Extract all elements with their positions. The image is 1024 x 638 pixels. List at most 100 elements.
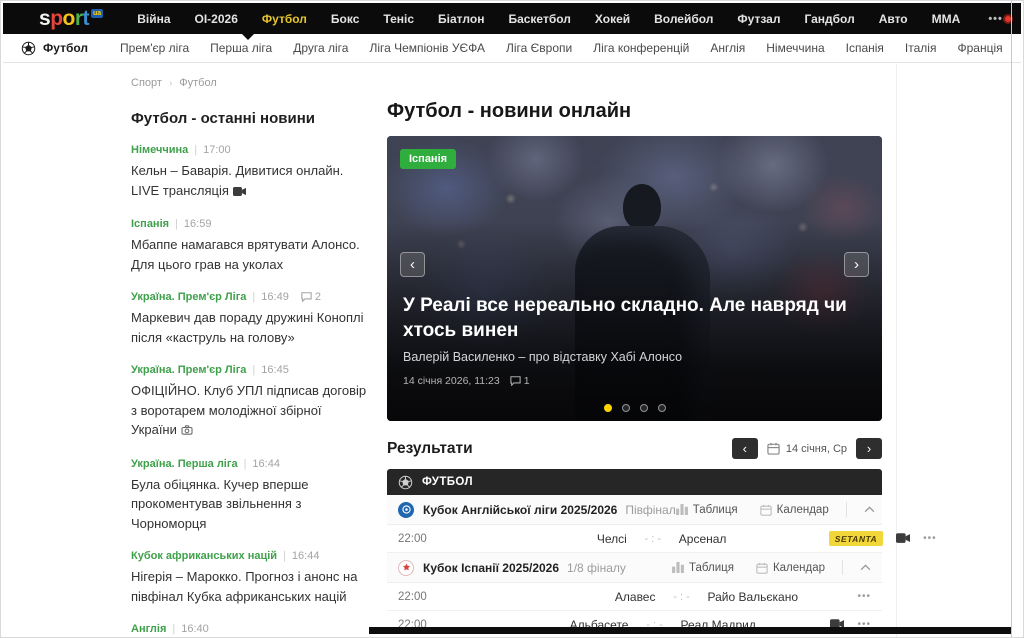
news-time: 16:44 [292,550,320,562]
subnav-football-home[interactable]: Футбол [21,41,88,56]
news-headline: Нігерія – Марокко. Прогноз і анонс на пі… [131,567,371,606]
competition-stage: Півфінал [625,503,675,517]
competition-name[interactable]: Кубок Англійської ліги 2025/2026 [423,503,617,517]
list-item[interactable]: Україна. Прем'єр Ліга|16:45 ОФІЦІЙНО. Кл… [131,364,371,441]
list-item[interactable]: Німеччина|17:00 Кельн – Баварія. Дивитис… [131,144,371,201]
subnav-france[interactable]: Франція [957,41,1002,55]
top-navbar: sport ua Війна ОІ-2026 Футбол Бокс Теніс… [3,3,1021,34]
list-item[interactable]: Англія|16:40 Капітан Манчестер Сіті гото… [131,623,371,637]
away-team[interactable]: Арсенал [679,532,829,546]
hero-headline[interactable]: У Реалі все нереально складно. Але навря… [403,293,866,343]
nav-item-basketball[interactable]: Баскетбол [508,12,570,26]
subnav-england[interactable]: Англія [710,41,745,55]
calendar-link[interactable]: Календар [756,562,825,574]
logo-letter: t [83,8,90,29]
date-selector[interactable]: 14 січня, Ср [767,442,847,455]
match-score: - : - [627,533,679,545]
calendar-icon [760,504,772,516]
news-tag[interactable]: Україна. Прем'єр Ліга [131,291,246,303]
news-tag[interactable]: Англія [131,623,166,635]
hero-caption: У Реалі все нереально складно. Але навря… [403,293,866,387]
list-item[interactable]: Кубок африканських націй|16:44 Нігерія –… [131,550,371,606]
nav-item-hockey[interactable]: Хокей [595,12,630,26]
subnav-druha-liga[interactable]: Друга ліга [293,41,348,55]
calendar-icon [756,562,768,574]
comment-icon [510,376,521,386]
carousel-prev-button[interactable]: ‹ [400,252,425,277]
more-options-icon[interactable]: ••• [923,533,937,544]
carousel-dot[interactable] [658,404,666,412]
divider [842,560,843,575]
nav-more-icon[interactable]: ••• [988,13,1003,25]
nav-item-futsal[interactable]: Футзал [737,12,780,26]
results-title: Результати [387,440,473,458]
video-camera-icon[interactable] [896,532,910,546]
chevron-up-icon[interactable] [860,564,871,571]
chevron-up-icon[interactable] [864,506,875,513]
subnav-uecl[interactable]: Ліга конференцій [593,41,689,55]
match-time: 22:00 [398,533,427,545]
news-time: 16:45 [261,364,289,376]
nav-item-football[interactable]: Футбол [262,12,307,26]
list-item[interactable]: Україна. Перша ліга|16:44 Була обіцянка.… [131,458,371,534]
table-row[interactable]: 22:00 Челсі - : - Арсенал SETANTA ••• [387,525,882,553]
hero-category-badge[interactable]: Іспанія [400,149,456,169]
news-tag[interactable]: Німеччина [131,144,188,156]
list-item[interactable]: Іспанія|16:59 Мбаппе намагався врятувати… [131,218,371,274]
calendar-link[interactable]: Календар [760,504,829,516]
subnav-italy[interactable]: Італія [905,41,937,55]
nav-item-tennis[interactable]: Теніс [383,12,414,26]
active-tab-caret [242,34,254,40]
top-nav-items: Війна ОІ-2026 Футбол Бокс Теніс Біатлон … [137,12,1003,26]
efl-cup-icon [398,502,414,518]
subnav-persha-liga[interactable]: Перша ліга [210,41,272,55]
news-tag[interactable]: Іспанія [131,218,169,230]
table-link[interactable]: Таблиця [676,504,738,516]
subnav-ucl[interactable]: Ліга Чемпіонів УЄФА [369,41,485,55]
breadcrumb-sport[interactable]: Спорт [131,77,162,89]
nav-item-boxing[interactable]: Бокс [331,12,359,26]
competition-stage: 1/8 фіналу [567,561,626,575]
subnav-uel[interactable]: Ліга Європи [506,41,572,55]
scrollbar[interactable] [1011,1,1012,637]
nav-item-biathlon[interactable]: Біатлон [438,12,484,26]
divider [846,502,847,517]
carousel-dot[interactable] [604,404,612,412]
carousel-next-button[interactable]: › [844,252,869,277]
list-item[interactable]: Україна. Прем'єр Ліга|16:49 2 Маркевич д… [131,291,371,347]
news-headline: Мбаппе намагався врятувати Алонсо. Для ц… [131,235,371,274]
table-link[interactable]: Таблиця [672,562,734,574]
site-logo[interactable]: sport ua [39,8,103,29]
competition-name[interactable]: Кубок Іспанії 2025/2026 [423,561,559,575]
carousel-dot[interactable] [640,404,648,412]
table-row[interactable]: 22:00 Алавес - : - Райо Вальєкано ••• [387,583,882,611]
nav-item-volleyball[interactable]: Волейбол [654,12,713,26]
subnav-spain[interactable]: Іспанія [846,41,884,55]
home-team[interactable]: Алавес [525,590,655,604]
news-tag[interactable]: Кубок африканських націй [131,550,277,562]
news-time: 16:49 [261,291,289,303]
breadcrumb-football[interactable]: Футбол [179,77,217,89]
nav-item-war[interactable]: Війна [137,12,170,26]
nav-item-handball[interactable]: Гандбол [804,12,854,26]
subnav-germany[interactable]: Німеччина [766,41,824,55]
latest-news-sidebar: Спорт › Футбол Футбол - останні новини Н… [131,64,371,637]
prev-day-button[interactable]: ‹ [732,438,758,459]
hero-carousel[interactable]: Іспанія ‹ › У Реалі все нереально складн… [387,136,882,421]
nav-item-oi2026[interactable]: ОІ-2026 [195,12,238,26]
sport-section-bar[interactable]: ФУТБОЛ [387,469,882,495]
news-tag[interactable]: Україна. Перша ліга [131,458,238,470]
away-team[interactable]: Райо Вальєкано [707,590,857,604]
subnav-premier-liga[interactable]: Прем'єр ліга [120,41,189,55]
nav-item-auto[interactable]: Авто [879,12,908,26]
nav-item-mma[interactable]: MMA [932,12,961,26]
news-tag[interactable]: Україна. Прем'єр Ліга [131,364,246,376]
calendar-icon [767,442,780,455]
more-options-icon[interactable]: ••• [857,591,871,602]
home-team[interactable]: Челсі [497,532,627,546]
news-time: 17:00 [203,144,231,156]
next-day-button[interactable]: › [856,438,882,459]
news-headline: ОФІЦІЙНО. Клуб УПЛ підписав договір з во… [131,383,366,437]
carousel-dot[interactable] [622,404,630,412]
news-time: 16:40 [181,623,209,635]
